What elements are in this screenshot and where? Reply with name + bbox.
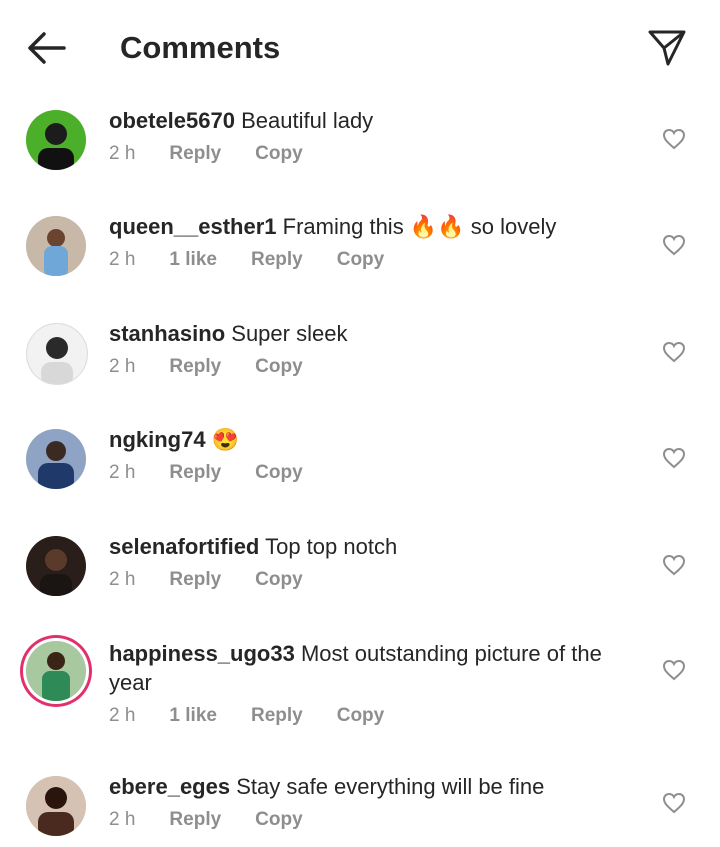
heart-eyes-emoji: 😍 (211, 427, 240, 452)
arrow-left-icon[interactable] (24, 28, 68, 68)
comment-meta: 2 h Reply Copy (109, 569, 639, 591)
heart-icon[interactable] (662, 792, 686, 814)
page-title: Comments (120, 30, 281, 65)
avatar[interactable] (26, 216, 86, 276)
comment-time: 2 h (109, 569, 136, 590)
reply-button[interactable]: Reply (251, 705, 303, 727)
comment-text-line: ebere_eges Stay safe everything will be … (109, 772, 639, 801)
heart-icon[interactable] (662, 128, 686, 150)
comment-text: Top top notch (265, 534, 398, 559)
comment-username[interactable]: ebere_eges (109, 774, 230, 799)
comment-text-line: queen__esther1 Framing this 🔥🔥 so lovely (109, 212, 639, 241)
avatar[interactable] (26, 429, 86, 489)
fire-emoji: 🔥🔥 (409, 214, 465, 239)
comment-username[interactable]: happiness_ugo33 (109, 641, 295, 666)
avatar[interactable] (26, 536, 86, 596)
reply-button[interactable]: Reply (169, 809, 221, 831)
comment-time: 2 h (109, 249, 136, 270)
comment-username[interactable]: selenafortified (109, 534, 259, 559)
likes-count[interactable]: 1 like (169, 705, 217, 727)
comment-time: 2 h (109, 356, 136, 377)
reply-button[interactable]: Reply (169, 569, 221, 591)
comment-meta: 2 h Reply Copy (109, 809, 639, 831)
comment-meta: 2 h Reply Copy (109, 143, 639, 165)
heart-icon[interactable] (662, 234, 686, 256)
comment-text-line: ngking74 😍 (109, 425, 639, 454)
comment-text-line: obetele5670 Beautiful lady (109, 106, 639, 135)
comment-text-line: happiness_ugo33 Most outstanding picture… (109, 639, 639, 697)
comment-username[interactable]: ngking74 (109, 427, 206, 452)
avatar[interactable] (26, 641, 86, 701)
reply-button[interactable]: Reply (169, 143, 221, 165)
copy-button[interactable]: Copy (337, 705, 385, 727)
comment-meta: 2 h Reply Copy (109, 356, 639, 378)
comment-text: Framing this (282, 214, 404, 239)
comment-text: Beautiful lady (241, 108, 374, 133)
copy-button[interactable]: Copy (255, 143, 303, 165)
reply-button[interactable]: Reply (169, 462, 221, 484)
likes-count[interactable]: 1 like (169, 249, 217, 271)
copy-button[interactable]: Copy (255, 462, 303, 484)
comment-text-line: stanhasino Super sleek (109, 319, 639, 348)
comment-meta: 2 h 1 like Reply Copy (109, 249, 639, 271)
comment-username[interactable]: obetele5670 (109, 108, 235, 133)
comment-meta: 2 h 1 like Reply Copy (109, 705, 639, 727)
avatar[interactable] (26, 110, 86, 170)
comment-username[interactable]: queen__esther1 (109, 214, 277, 239)
avatar[interactable] (26, 776, 86, 836)
comment-meta: 2 h Reply Copy (109, 462, 639, 484)
heart-icon[interactable] (662, 341, 686, 363)
heart-icon[interactable] (662, 659, 686, 681)
copy-button[interactable]: Copy (255, 809, 303, 831)
paper-plane-icon[interactable] (646, 26, 688, 68)
comment-time: 2 h (109, 705, 136, 726)
comment-text: Super sleek (231, 321, 348, 346)
reply-button[interactable]: Reply (169, 356, 221, 378)
comment-text: Stay safe everything will be fine (236, 774, 545, 799)
comment-text-continued: so lovely (470, 214, 557, 239)
comment-username[interactable]: stanhasino (109, 321, 225, 346)
comment-text-line: selenafortified Top top notch (109, 532, 639, 561)
comment-time: 2 h (109, 462, 136, 483)
heart-icon[interactable] (662, 447, 686, 469)
comment-time: 2 h (109, 143, 136, 164)
reply-button[interactable]: Reply (251, 249, 303, 271)
copy-button[interactable]: Copy (255, 569, 303, 591)
heart-icon[interactable] (662, 554, 686, 576)
copy-button[interactable]: Copy (337, 249, 385, 271)
comment-time: 2 h (109, 809, 136, 830)
header-bar: Comments (0, 0, 720, 96)
avatar[interactable] (26, 323, 88, 385)
copy-button[interactable]: Copy (255, 356, 303, 378)
